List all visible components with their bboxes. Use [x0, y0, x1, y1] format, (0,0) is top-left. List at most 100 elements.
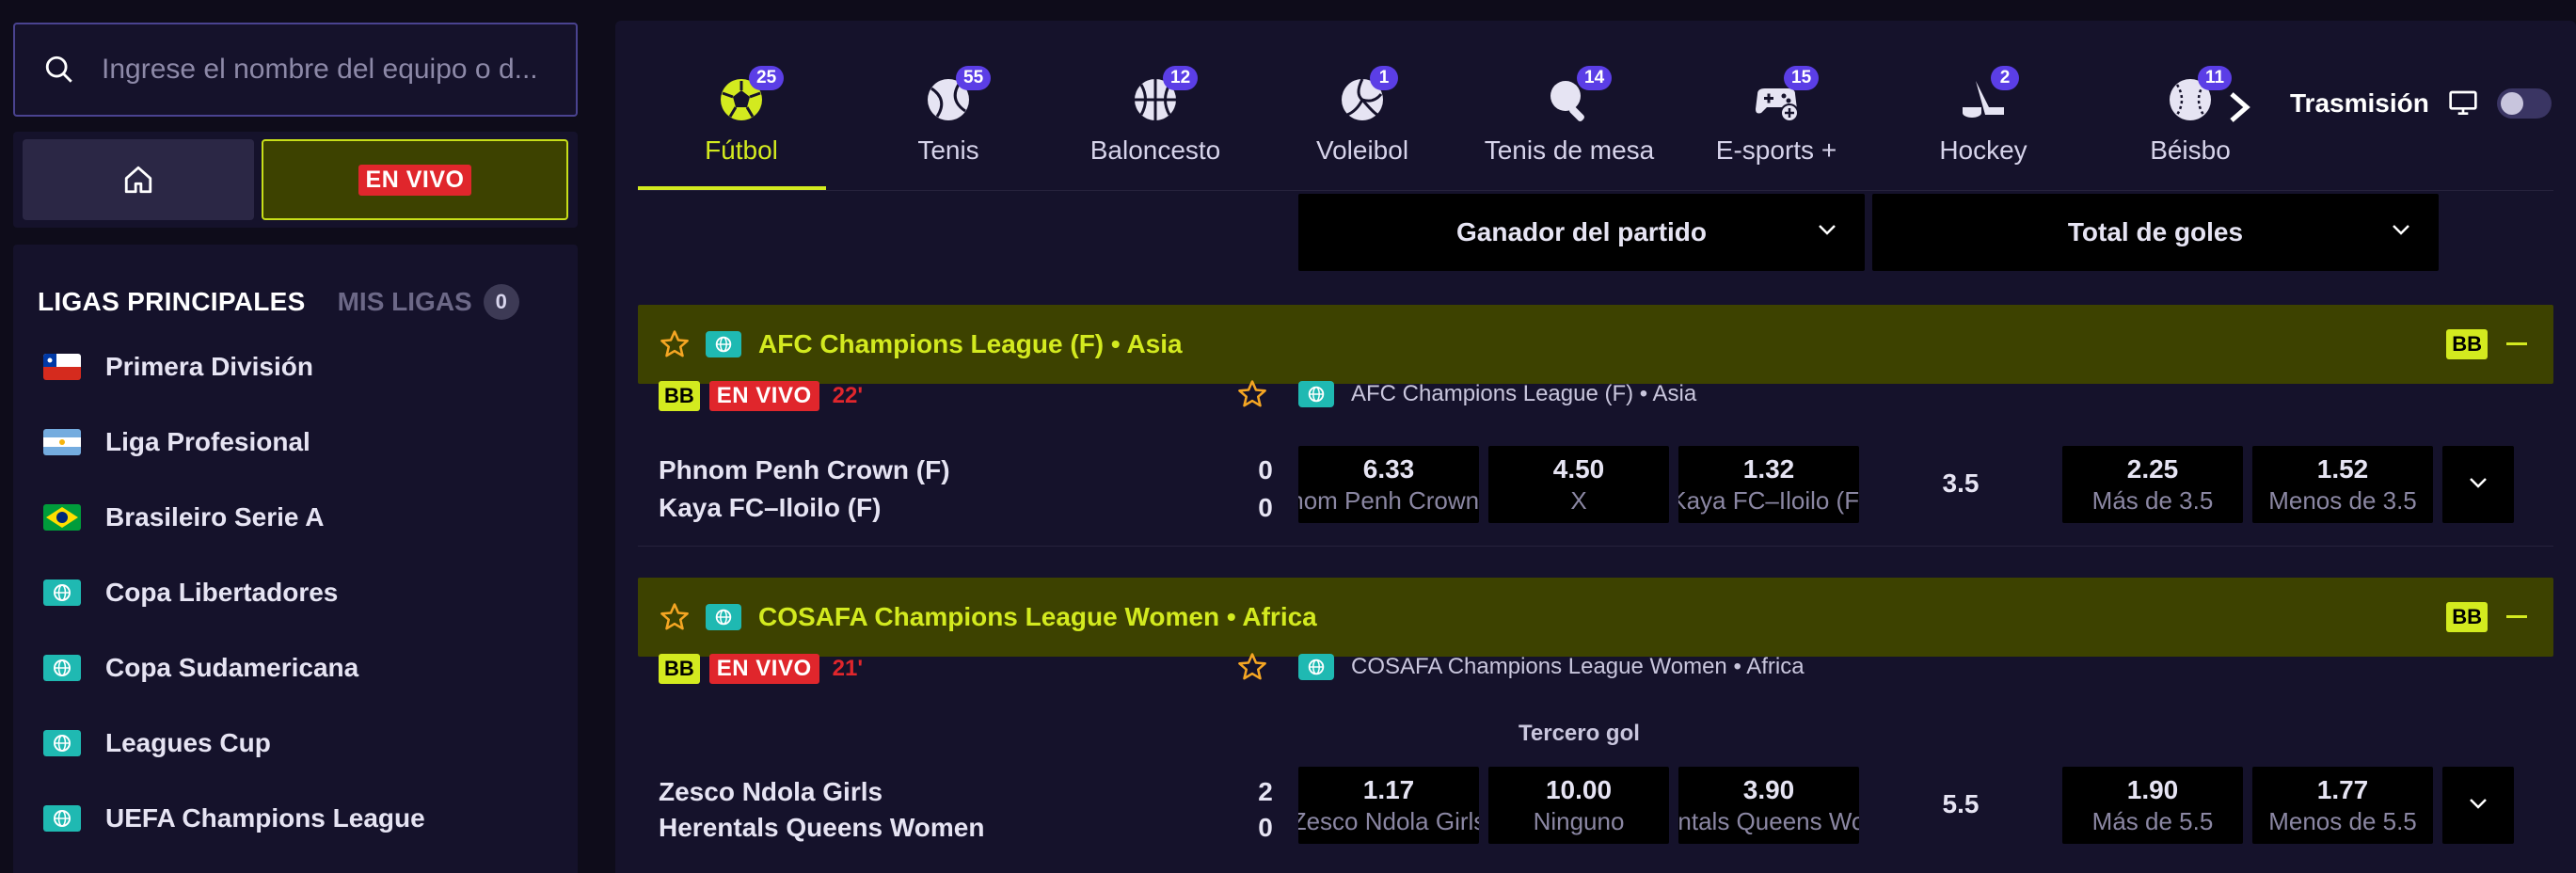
league-item[interactable]: Copa Libertadores — [13, 555, 578, 630]
sport-name: Baloncesto — [1089, 135, 1221, 165]
odds-button[interactable]: 1.52 Menos de 3.5 — [2252, 446, 2433, 523]
stream-toggle[interactable] — [2496, 88, 2552, 119]
total-line: 3.5 — [1942, 468, 1980, 498]
chile-flag-icon — [43, 354, 81, 380]
live-badge: EN VIVO — [358, 164, 472, 196]
odds-value: 1.32 — [1742, 453, 1795, 484]
odds-button[interactable]: 1.90 Más de 5.5 — [2062, 767, 2243, 844]
tab-sport[interactable]: 12 Baloncesto — [1052, 49, 1259, 190]
league-item-label: Liga Profesional — [105, 427, 310, 456]
star-icon[interactable] — [1236, 378, 1268, 410]
tab-sport[interactable]: 1 Voleibol — [1259, 49, 1466, 190]
odds-button[interactable]: 2.25 Más de 3.5 — [2062, 446, 2243, 523]
globe-icon — [43, 655, 81, 681]
star-icon[interactable] — [659, 328, 691, 360]
star-icon[interactable] — [1236, 651, 1268, 683]
match-league-label: COSAFA Champions League Women • Africa — [1351, 654, 1805, 679]
search-box[interactable] — [13, 23, 578, 117]
tab-sport[interactable]: 2 Hockey — [1880, 49, 2087, 190]
sport-name: Fútbol — [705, 135, 778, 165]
globe-icon — [43, 730, 81, 756]
match-minute: 22' — [832, 383, 864, 408]
row-separator — [638, 546, 2553, 547]
away-team[interactable]: Kaya FC–Iloilo (F) — [659, 493, 881, 523]
odds-value: 4.50 — [1552, 453, 1605, 484]
league-item[interactable]: UEFA Champions League — [13, 781, 578, 856]
table-tennis-icon: 14 — [1543, 66, 1613, 126]
home-team[interactable]: Phnom Penh Crown (F) — [659, 455, 950, 485]
market-select-goals[interactable]: Total de goles — [1872, 194, 2439, 271]
tv-icon — [2449, 90, 2477, 115]
main-panel: 25 Fútbol 55 Tenis 12 Baloncesto 1 Volei… — [615, 21, 2576, 873]
sport-count-badge: 11 — [2198, 66, 2233, 90]
live-button[interactable]: EN VIVO — [262, 139, 568, 220]
bet-builder-badge: BB — [2446, 329, 2488, 359]
collapse-icon[interactable] — [2506, 342, 2527, 345]
globe-icon — [1298, 654, 1334, 680]
baseball-icon: 11 — [2164, 66, 2233, 126]
tab-sport[interactable]: 14 Tenis de mesa — [1466, 49, 1673, 190]
tab-sport[interactable]: 55 Tenis — [845, 49, 1052, 190]
odds-value: 1.77 — [2316, 774, 2369, 804]
tab-sport[interactable]: 25 Fútbol — [638, 49, 845, 190]
home-team[interactable]: Zesco Ndola Girls — [659, 777, 883, 807]
league-header[interactable]: AFC Champions League (F) • Asia BB — [638, 305, 2553, 384]
league-item[interactable]: Primera División — [13, 329, 578, 405]
league-item-label: Primera División — [105, 352, 313, 381]
market-sub-label: Tercero gol — [1519, 721, 1640, 746]
odds-label: Phnom Penh Crown (F) — [1298, 485, 1479, 515]
leagues-panel: LIGAS PRINCIPALES MIS LIGAS 0 Primera Di… — [13, 245, 578, 873]
league-item[interactable]: Liga Profesional — [13, 405, 578, 480]
tab-my-leagues[interactable]: MIS LIGAS — [338, 287, 472, 317]
market-select-goals-label: Total de goles — [2067, 217, 2244, 246]
my-leagues-count: 0 — [483, 284, 519, 320]
match-minute: 21' — [832, 656, 864, 681]
odds-button[interactable]: 1.17 Zesco Ndola Girls — [1298, 767, 1479, 844]
divider — [638, 190, 2553, 191]
odds-value: 10.00 — [1545, 774, 1613, 804]
search-icon — [45, 56, 72, 83]
away-score: 0 — [1258, 813, 1273, 842]
league-item[interactable]: Leagues Cup — [13, 706, 578, 781]
globe-icon — [706, 604, 741, 630]
more-markets-button[interactable] — [2442, 767, 2514, 844]
bet-builder-badge: BB — [659, 381, 700, 411]
globe-icon — [1298, 381, 1334, 407]
away-team[interactable]: Herentals Queens Women — [659, 813, 984, 843]
more-markets-button[interactable] — [2442, 446, 2514, 523]
odds-button[interactable]: 6.33 Phnom Penh Crown (F) — [1298, 446, 1479, 523]
odds-button[interactable]: 10.00 Ninguno — [1488, 767, 1669, 844]
sport-name: Hockey — [1939, 135, 2027, 165]
tab-sport[interactable]: 15 E-sports + — [1673, 49, 1880, 190]
stream-label: Trasmisión — [2290, 88, 2429, 118]
tab-sport[interactable]: 11 Béisbo — [2087, 49, 2294, 190]
market-select-winner[interactable]: Ganador del partido — [1298, 194, 1865, 271]
sport-count-badge: 15 — [1784, 66, 1820, 90]
hockey-icon: 2 — [1957, 66, 2019, 126]
odds-button[interactable]: 4.50 X — [1488, 446, 1669, 523]
match-meta: BB EN VIVO 21' — [659, 654, 863, 684]
globe-icon — [706, 331, 741, 357]
star-icon[interactable] — [659, 601, 691, 633]
mode-switcher: EN VIVO — [13, 132, 578, 228]
sport-name: Béisbo — [2150, 135, 2231, 165]
league-item-label: Leagues Cup — [105, 728, 271, 757]
odds-label: Menos de 5.5 — [2268, 806, 2417, 835]
stream-toggle-group: Trasmisión — [2290, 88, 2552, 119]
home-button[interactable] — [23, 139, 254, 220]
odds-button[interactable]: 1.77 Menos de 5.5 — [2252, 767, 2433, 844]
league-item-label: UEFA Champions League — [105, 803, 425, 833]
chevron-right-icon[interactable] — [2226, 88, 2252, 126]
league-header-title: AFC Champions League (F) • Asia — [758, 329, 1183, 358]
odds-button[interactable]: 3.90 Herentals Queens Women — [1678, 767, 1859, 844]
league-header[interactable]: COSAFA Champions League Women • Africa B… — [638, 578, 2553, 657]
collapse-icon[interactable] — [2506, 615, 2527, 618]
sport-name: E-sports + — [1715, 135, 1837, 165]
odds-button[interactable]: 1.32 Kaya FC–Iloilo (F) — [1678, 446, 1859, 523]
league-item[interactable]: Brasileiro Serie A — [13, 480, 578, 555]
sport-count-badge: 1 — [1370, 66, 1398, 90]
odds-label: Herentals Queens Women — [1678, 806, 1859, 835]
tab-main-leagues[interactable]: LIGAS PRINCIPALES — [38, 287, 306, 317]
search-input[interactable] — [102, 54, 544, 86]
league-item[interactable]: Copa Sudamericana — [13, 630, 578, 706]
